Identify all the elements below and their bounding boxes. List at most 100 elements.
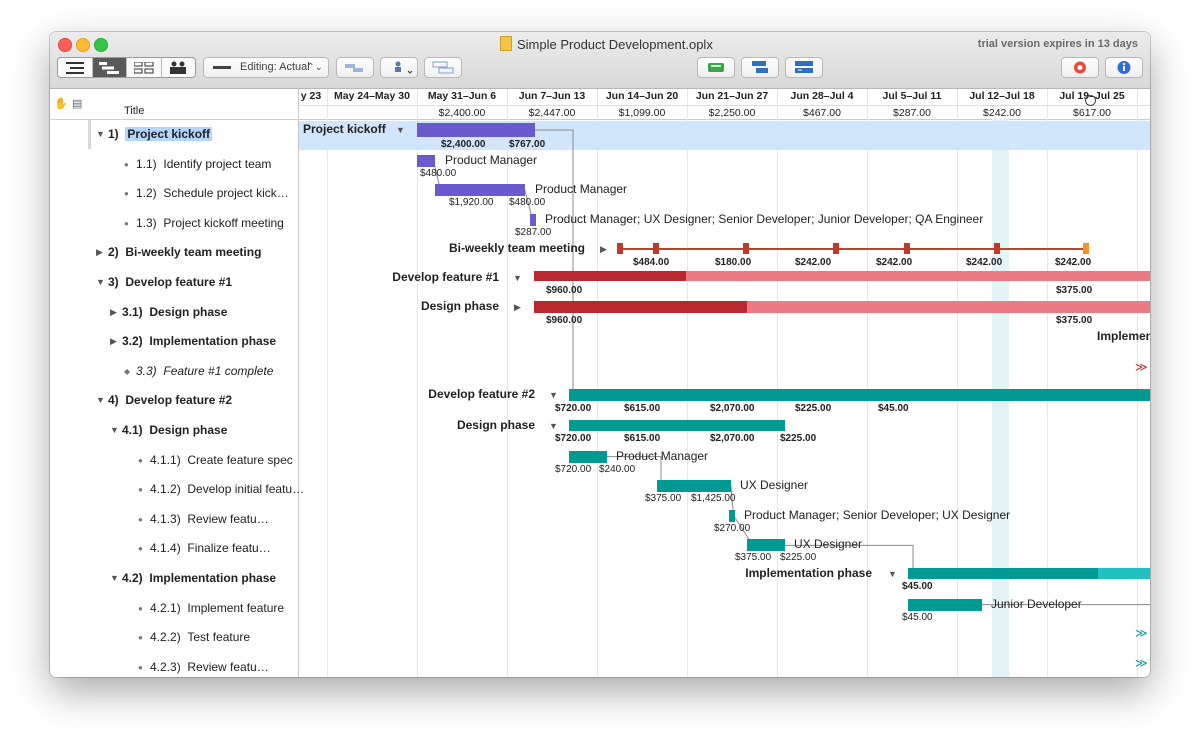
meeting-marker[interactable] xyxy=(617,243,623,255)
row-title-text[interactable]: Test feature xyxy=(187,630,250,644)
row-title-text[interactable]: Develop feature #2 xyxy=(125,393,232,407)
disclosure-expanded-icon[interactable]: ▼ xyxy=(96,386,105,415)
expanded-group-icon[interactable]: ▼ xyxy=(549,390,558,400)
outline-view-button[interactable] xyxy=(58,58,93,77)
finalize-feature-bar[interactable] xyxy=(747,539,785,552)
project-kickoff-bar[interactable] xyxy=(417,123,535,137)
meeting-marker[interactable] xyxy=(833,243,839,255)
outline-row[interactable]: ● 4.2.3) Review featu… xyxy=(50,653,298,677)
row-title-text[interactable]: Create feature spec xyxy=(187,453,292,467)
identify-team-bar[interactable] xyxy=(417,154,435,167)
feature1-bar[interactable] xyxy=(534,271,686,281)
create-spec-bar[interactable] xyxy=(569,450,607,463)
view-mode-segmented-control[interactable] xyxy=(57,57,196,78)
outline-row[interactable]: ▼ 4.2) Implementation phase xyxy=(50,564,298,593)
row-title-text[interactable]: Implement feature xyxy=(187,601,284,615)
assign-resource-button[interactable] xyxy=(380,57,418,78)
offscreen-arrow-icon[interactable]: ≫ xyxy=(1135,360,1148,374)
hand-icon[interactable]: ✋ xyxy=(54,97,68,110)
implement-feature-bar[interactable] xyxy=(908,598,982,611)
indent-task-button[interactable] xyxy=(336,57,374,78)
row-title-text[interactable]: Identify project team xyxy=(163,157,271,171)
outline-row[interactable]: ▶ 3.1) Design phase xyxy=(50,298,298,327)
row-title-text[interactable]: Review featu… xyxy=(187,512,268,526)
network-view-button[interactable] xyxy=(127,58,162,77)
collapsed-group-icon[interactable]: ▶ xyxy=(600,244,607,255)
catch-up-button[interactable] xyxy=(741,57,779,78)
row-title-text[interactable]: Develop initial featu… xyxy=(187,482,304,496)
outline-row[interactable]: ◆ 3.3) Feature #1 complete xyxy=(50,357,298,386)
outline-row[interactable]: ● 4.2.2) Test feature xyxy=(50,623,298,652)
feature1-bar-remaining[interactable] xyxy=(686,271,1150,281)
row-title-text[interactable]: Project kickoff xyxy=(125,127,213,141)
kickoff-meeting-bar[interactable] xyxy=(530,213,536,226)
row-title-text[interactable]: Develop feature #1 xyxy=(125,275,232,289)
row-title-text[interactable]: Finalize featu… xyxy=(187,541,270,555)
outline-row[interactable]: ● 4.1.2) Develop initial featu… xyxy=(50,475,304,504)
inspector-button[interactable] xyxy=(1105,57,1143,78)
resource-view-button[interactable] xyxy=(162,58,196,77)
minimize-window-button[interactable] xyxy=(76,38,90,52)
expanded-group-icon[interactable]: ▼ xyxy=(396,125,405,135)
zoom-icon[interactable] xyxy=(1085,95,1096,106)
gantt-view-button[interactable] xyxy=(92,58,127,77)
offscreen-arrow-icon[interactable]: ≫ xyxy=(1135,656,1148,670)
title-column-header[interactable]: Title xyxy=(124,105,144,117)
expanded-group-icon[interactable]: ▼ xyxy=(549,421,558,431)
level-resources-button[interactable] xyxy=(697,57,735,78)
outline-row[interactable]: ▼ 4) Develop feature #2 xyxy=(50,386,298,415)
disclosure-expanded-icon[interactable]: ▼ xyxy=(96,268,105,297)
impl2-bar[interactable] xyxy=(908,568,1098,579)
meeting-marker[interactable] xyxy=(653,243,659,255)
expanded-group-icon[interactable]: ▼ xyxy=(513,273,522,283)
outline-row[interactable]: ● 4.2.1) Implement feature xyxy=(50,594,298,623)
row-title-text[interactable]: Schedule project kick… xyxy=(163,186,288,200)
zoom-window-button[interactable] xyxy=(94,38,108,52)
row-title-text[interactable]: Implementation phase xyxy=(149,571,276,585)
row-title-text[interactable]: Implementation phase xyxy=(149,334,276,348)
offscreen-arrow-icon[interactable]: ≫ xyxy=(1135,626,1148,640)
outline-row[interactable]: ▼ 1) Project kickoff xyxy=(50,120,298,149)
editing-mode-select[interactable]: Editing: Actual ⌃⌄ xyxy=(203,57,329,78)
disclosure-expanded-icon[interactable]: ▼ xyxy=(96,120,105,149)
gantt-chart[interactable]: y 23 May 24–May 30 May 31–Jun 6 Jun 7–Jun 1… xyxy=(299,89,1150,677)
schedule-kickoff-bar[interactable] xyxy=(435,184,525,197)
row-title-text[interactable]: Design phase xyxy=(149,423,227,437)
outline-row[interactable]: ● 4.1.4) Finalize featu… xyxy=(50,534,298,563)
design1-bar-remaining[interactable] xyxy=(747,300,1150,313)
meeting-marker[interactable] xyxy=(904,243,910,255)
outline-row[interactable]: ▶ 2) Bi-weekly team meeting xyxy=(50,238,298,267)
outline-row[interactable]: ● 1.2) Schedule project kick… xyxy=(50,179,298,208)
disclosure-collapsed-icon[interactable]: ▶ xyxy=(110,327,117,356)
meeting-marker[interactable] xyxy=(994,243,1000,255)
develop-initial-bar[interactable] xyxy=(657,480,731,493)
outline-row[interactable]: ▶ 3.2) Implementation phase xyxy=(50,327,298,356)
design1-bar[interactable] xyxy=(534,300,747,313)
violations-button[interactable] xyxy=(1061,57,1099,78)
design2-bar[interactable] xyxy=(569,420,785,431)
feature2-bar[interactable] xyxy=(569,389,1150,402)
row-title-text[interactable]: Design phase xyxy=(149,305,227,319)
row-title-text[interactable]: Bi-weekly team meeting xyxy=(125,245,261,259)
meeting-marker[interactable] xyxy=(743,243,749,255)
collapsed-group-icon[interactable]: ▶ xyxy=(514,302,521,313)
impl2-bar-remaining[interactable] xyxy=(1098,568,1150,579)
outline-row[interactable]: ▼ 4.1) Design phase xyxy=(50,416,298,445)
outline-row[interactable]: ● 1.3) Project kickoff meeting xyxy=(50,209,298,238)
reschedule-button[interactable] xyxy=(785,57,823,78)
add-milestone-button[interactable] xyxy=(424,57,462,78)
row-title-text[interactable]: Project kickoff meeting xyxy=(163,216,284,230)
row-title-text[interactable]: Feature #1 complete xyxy=(163,364,273,378)
meeting-marker[interactable] xyxy=(1083,243,1089,255)
disclosure-collapsed-icon[interactable]: ▶ xyxy=(96,238,103,267)
outline-row[interactable]: ▼ 3) Develop feature #1 xyxy=(50,268,298,297)
disclosure-expanded-icon[interactable]: ▼ xyxy=(110,564,119,593)
note-icon[interactable]: ▤ xyxy=(72,97,82,110)
close-window-button[interactable] xyxy=(58,38,72,52)
disclosure-collapsed-icon[interactable]: ▶ xyxy=(110,298,117,327)
disclosure-expanded-icon[interactable]: ▼ xyxy=(110,416,119,445)
expanded-group-icon[interactable]: ▼ xyxy=(888,569,897,579)
outline-row[interactable]: ● 1.1) Identify project team xyxy=(50,150,298,179)
review-feature-bar[interactable] xyxy=(729,509,735,522)
outline-row[interactable]: ● 4.1.1) Create feature spec xyxy=(50,446,298,475)
